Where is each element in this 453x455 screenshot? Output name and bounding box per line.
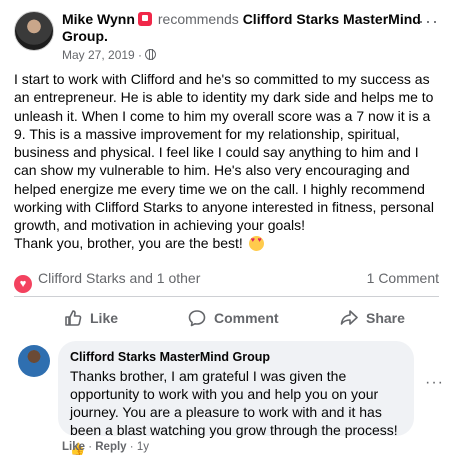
heart-eyes-emoji	[248, 236, 264, 251]
post-date[interactable]: May 27, 2019 ·	[62, 48, 142, 62]
post-body: I start to work with Clifford and he's s…	[14, 71, 434, 234]
post-header: Mike Wynn recommends Clifford Starks Mast…	[62, 11, 440, 45]
post-thanks-line: Thank you, brother, you are the best!	[14, 234, 264, 252]
love-reaction-icon: ♥	[14, 275, 32, 293]
like-button[interactable]: Like	[64, 307, 118, 329]
more-icon[interactable]: ···	[418, 12, 439, 30]
divider	[14, 296, 439, 297]
comment-actions: Like · Reply · 1y	[62, 441, 149, 453]
share-button[interactable]: Share	[340, 307, 405, 329]
share-label: Share	[366, 310, 405, 326]
recommend-icon	[137, 12, 152, 26]
comment-reply-link[interactable]: Reply	[95, 441, 126, 453]
comment-count[interactable]: 1 Comment	[367, 269, 439, 287]
share-icon	[340, 310, 358, 325]
comment-label: Comment	[214, 310, 279, 326]
author-avatar[interactable]	[14, 11, 54, 51]
commenter-avatar[interactable]	[18, 345, 50, 377]
comment-author[interactable]: Clifford Starks MasterMind Group	[70, 349, 402, 365]
like-label: Like	[90, 310, 119, 326]
comment-text: Thanks brother, I am grateful I was give…	[70, 368, 398, 438]
comment-button[interactable]: Comment	[188, 307, 279, 329]
recommendation-post: Mike Wynn recommends Clifford Starks Mast…	[0, 0, 453, 455]
reactions-summary[interactable]: ♥ Clifford Starks and 1 other	[14, 269, 200, 293]
reactions-text: Clifford Starks and 1 other	[38, 270, 201, 286]
comment-icon	[188, 310, 206, 327]
recommends-label: recommends	[157, 11, 239, 27]
thanks-text: Thank you, brother, you are the best!	[14, 235, 243, 251]
comment-more-icon[interactable]: ···	[425, 375, 444, 391]
author-name[interactable]: Mike Wynn	[62, 11, 135, 27]
post-meta: May 27, 2019 ·	[62, 48, 157, 63]
comment-age[interactable]: 1y	[137, 441, 149, 453]
globe-icon	[145, 49, 157, 60]
comment-like-link[interactable]: Like	[62, 441, 85, 453]
like-icon	[65, 310, 82, 326]
comment-bubble: Clifford Starks MasterMind Group Thanks …	[58, 341, 414, 455]
